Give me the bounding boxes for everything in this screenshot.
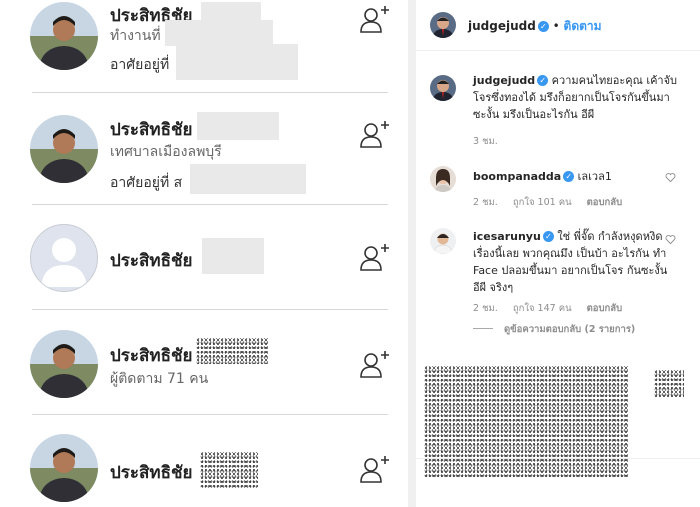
divider xyxy=(32,204,388,205)
people-results-panel: ประสิทธิชัย ทำงานที่ อาศัยอยู่ที่ ประสิท… xyxy=(0,0,409,507)
avatar[interactable] xyxy=(30,330,98,398)
person-name[interactable]: ประสิทธิชัย xyxy=(110,342,193,369)
add-friend-button[interactable] xyxy=(359,455,391,485)
default-avatar-icon[interactable] xyxy=(30,224,98,292)
redacted-surname xyxy=(196,338,268,364)
heart-icon[interactable] xyxy=(665,234,676,245)
redacted-surname xyxy=(200,452,258,488)
reply-button[interactable]: ตอบกลับ xyxy=(587,303,623,314)
comment-username[interactable]: boompanadda xyxy=(473,170,561,183)
person-name[interactable]: ประสิทธิชัย xyxy=(110,116,193,143)
avatar[interactable] xyxy=(430,228,456,254)
person-work: ทำงานที่ xyxy=(110,28,161,44)
caption-username[interactable]: judgejudd xyxy=(473,74,535,87)
add-friend-button[interactable] xyxy=(359,120,391,150)
comment-meta: 2 ชม. ถูกใจ 101 คน ตอบกลับ xyxy=(473,195,634,210)
add-person-icon xyxy=(360,244,389,271)
comment-meta: 2 ชม. ถูกใจ 147 คน ตอบกลับ xyxy=(473,301,634,316)
add-friend-button[interactable] xyxy=(359,243,391,273)
person-name[interactable]: ประสิทธิชัย xyxy=(110,247,193,274)
divider xyxy=(32,92,388,93)
verified-badge-icon: ✓ xyxy=(563,171,575,182)
redacted-location xyxy=(190,164,306,194)
person-name[interactable]: ประสิทธิชัย xyxy=(110,459,193,486)
reply-button[interactable]: ตอบกลับ xyxy=(587,197,623,208)
redacted-icon xyxy=(654,370,684,398)
person-location: อาศัยอยู่ที่ ส xyxy=(110,175,183,191)
divider xyxy=(32,414,388,415)
post-header: judgejudd ✓ • ติดตาม xyxy=(416,0,700,51)
comment-1: boompanadda ✓ เลเวล1 xyxy=(473,168,683,185)
add-friend-button[interactable] xyxy=(359,5,391,35)
avatar[interactable] xyxy=(30,434,98,502)
divider xyxy=(416,458,700,459)
separator-dot: • xyxy=(552,19,560,33)
avatar[interactable] xyxy=(430,166,456,192)
post-caption: judgejudd ✓ ความคนไทยอะคุณ เค้าจับโจรซึ่ง… xyxy=(473,72,683,123)
add-person-icon xyxy=(360,6,389,33)
redacted-workplace xyxy=(165,20,273,46)
redacted-surname xyxy=(201,2,261,22)
comment-likes[interactable]: ถูกใจ 101 คน xyxy=(513,197,572,208)
follow-button[interactable]: ติดตาม xyxy=(564,19,602,33)
comment-time[interactable]: 2 ชม. xyxy=(473,303,498,314)
add-person-icon xyxy=(360,456,389,483)
panel-gap xyxy=(408,0,416,507)
redacted-location xyxy=(176,44,298,80)
avatar[interactable] xyxy=(430,75,456,101)
verified-badge-icon: ✓ xyxy=(537,75,549,86)
avatar[interactable] xyxy=(30,115,98,183)
avatar[interactable] xyxy=(430,12,456,38)
person-work: เทศบาลเมืองลพบุรี xyxy=(110,144,222,160)
heart-icon[interactable] xyxy=(665,172,676,183)
verified-badge-icon: ✓ xyxy=(537,21,549,32)
redacted-surname xyxy=(197,112,279,140)
verified-badge-icon: ✓ xyxy=(542,231,554,242)
comment-username[interactable]: icesarunyu xyxy=(473,230,541,243)
person-followers: ผู้ติดตาม 71 คน xyxy=(110,371,209,387)
redacted-surname xyxy=(202,238,264,274)
comment-2: icesarunyu ✓ ใช่ พี่จั๊ด กำลังหงุดหงิด เร… xyxy=(473,228,683,296)
post-author-username[interactable]: judgejudd xyxy=(468,19,536,33)
view-replies-link[interactable]: ดูข้อความตอบกลับ (2 รายการ) xyxy=(504,322,635,337)
add-friend-button[interactable] xyxy=(359,350,391,380)
add-person-icon xyxy=(360,351,389,378)
comment-time[interactable]: 2 ชม. xyxy=(473,197,498,208)
replies-line xyxy=(473,328,493,329)
redacted-area xyxy=(424,366,628,478)
caption-time[interactable]: 3 ชม. xyxy=(473,134,498,149)
comment-text: เลเวล1 xyxy=(577,170,612,183)
avatar[interactable] xyxy=(30,2,98,70)
add-person-icon xyxy=(360,121,389,148)
comment-likes[interactable]: ถูกใจ 147 คน xyxy=(513,303,572,314)
person-location: อาศัยอยู่ที่ xyxy=(110,57,170,73)
instagram-post-panel: judgejudd ✓ • ติดตาม judgejudd ✓ ความคนไทย… xyxy=(416,0,700,507)
divider xyxy=(32,309,388,310)
